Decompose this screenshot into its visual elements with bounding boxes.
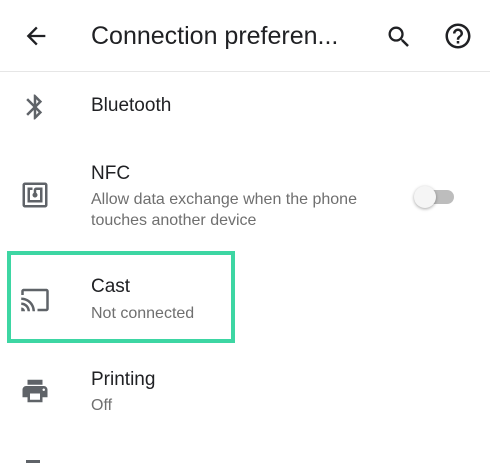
printing-setting[interactable]: Printing Off [0, 360, 490, 422]
partial-setting-row[interactable] [0, 446, 490, 463]
cast-icon [21, 288, 49, 312]
nfc-icon [22, 182, 48, 208]
back-arrow-icon[interactable] [22, 22, 50, 50]
app-bar: Connection preferen... [0, 0, 490, 72]
bluetooth-label: Bluetooth [91, 95, 172, 116]
nfc-setting[interactable]: NFC Allow data exchange when the phone t… [0, 150, 490, 240]
printer-icon [22, 379, 48, 403]
nfc-summary-line-2: touches another device [91, 212, 257, 229]
bluetooth-setting[interactable]: Bluetooth [0, 80, 490, 132]
page-title: Connection preferen... [91, 22, 339, 50]
settings-screen: Connection preferen... Bluetooth NFC All… [0, 0, 490, 463]
bluetooth-icon [26, 94, 43, 120]
nfc-label: NFC [91, 163, 131, 184]
printing-summary: Off [91, 397, 113, 414]
cast-setting[interactable]: Cast Not connected [0, 252, 490, 348]
nfc-toggle[interactable] [414, 186, 456, 208]
cast-summary: Not connected [91, 305, 195, 322]
printing-label: Printing [91, 369, 156, 390]
toggle-thumb [414, 186, 436, 208]
search-icon[interactable] [385, 23, 413, 51]
help-icon[interactable] [443, 21, 473, 51]
cast-label: Cast [91, 276, 131, 297]
nfc-summary-line-1: Allow data exchange when the phone [91, 191, 357, 208]
